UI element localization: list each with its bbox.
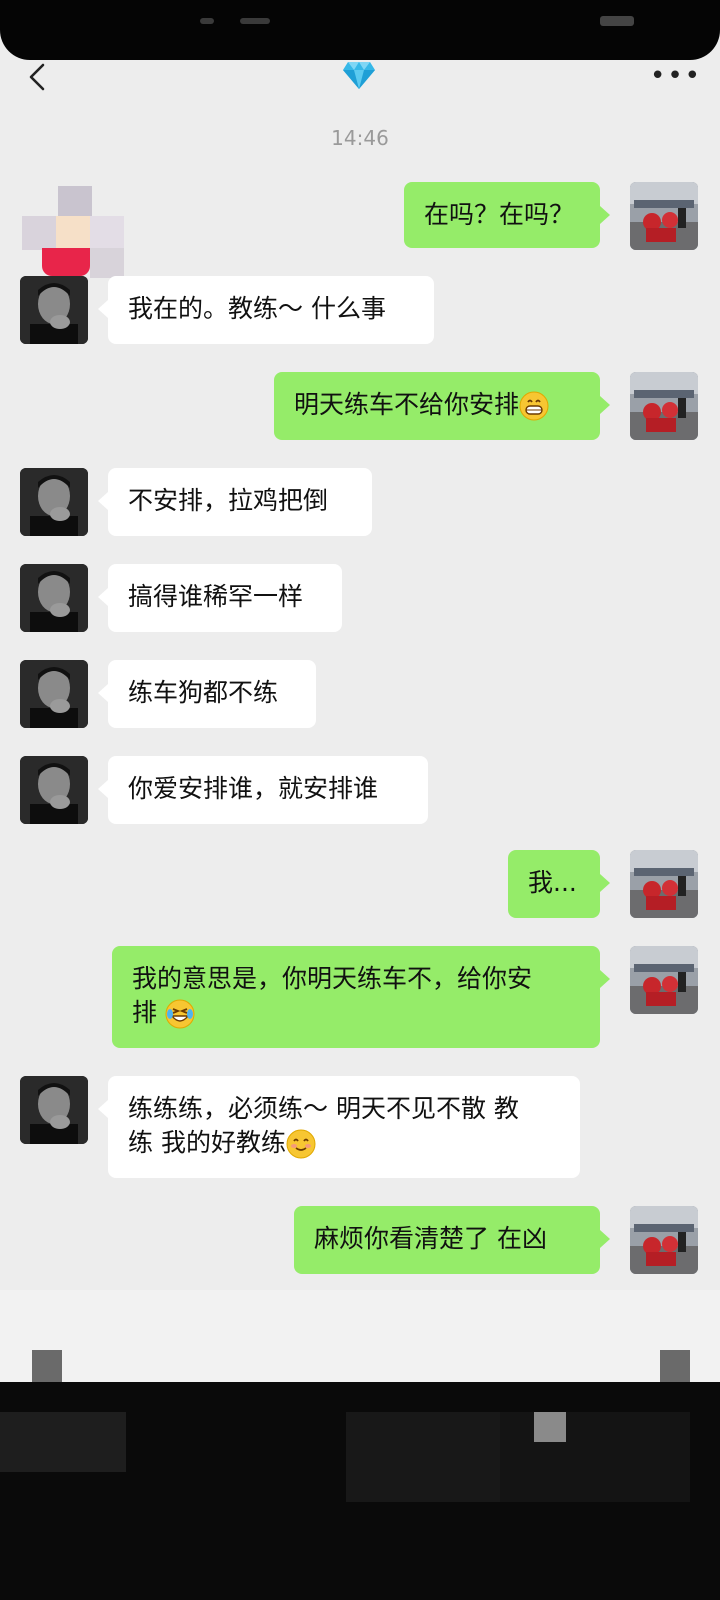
message-text-line: 我的意思是，你明天练车不，给你安 [132,964,533,993]
my-avatar[interactable] [630,1206,698,1274]
blurred-footer [0,1382,720,1600]
contact-avatar[interactable] [20,468,88,536]
status-indicator [200,18,214,24]
status-indicator [240,18,270,24]
message-bubble-self[interactable]: 麻烦你看清楚了 在凶 [294,1206,610,1274]
message-bubble-other[interactable]: 搞得谁稀罕一样 [98,564,342,632]
grinning-face-icon [519,391,549,421]
laughing-crying-face-icon [165,999,195,1029]
message-bubble-other[interactable]: 练车狗都不练 [98,660,316,728]
message-timestamp: 14:46 [331,126,389,150]
chevron-left-icon[interactable] [26,62,52,92]
chat-header: ••• [0,56,720,96]
message-bubble-other[interactable]: 不安排，拉鸡把倒 [98,468,372,536]
my-avatar[interactable] [630,946,698,1014]
message-text-line: 排 [132,998,158,1027]
blurred-avatar [22,186,128,282]
message-bubble-other[interactable]: 我在的。教练～ 什么事 [98,276,434,344]
message-text: 搞得谁稀罕一样 [128,582,304,611]
status-bar [0,0,720,60]
contact-avatar[interactable] [20,564,88,632]
message-bubble-self[interactable]: 明天练车不给你安排 [274,372,610,440]
message-text: 麻烦你看清楚了 在凶 [314,1224,547,1253]
more-options-icon[interactable]: ••• [650,63,700,89]
message-text: 明天练车不给你安排 [294,390,520,419]
message-bubble-other[interactable]: 你爱安排谁，就安排谁 [98,756,428,824]
smiling-face-icon [286,1129,316,1159]
my-avatar[interactable] [630,372,698,440]
contact-avatar[interactable] [20,276,88,344]
message-text: 我在的。教练～ 什么事 [128,294,386,323]
contact-avatar[interactable] [20,660,88,728]
message-text: 不安排，拉鸡把倒 [128,486,329,515]
message-bubble-self[interactable]: 我... [508,850,610,918]
input-area-blurred [0,1290,720,1382]
contact-avatar[interactable] [20,756,88,824]
contact-avatar[interactable] [20,1076,88,1144]
message-text: 在吗？在吗？ [424,200,575,229]
message-text-line: 练 我的好教练 [128,1128,286,1157]
message-bubble-other[interactable]: 练练练，必须练～ 明天不见不散 教 练 我的好教练 [98,1076,580,1178]
message-bubble-self[interactable]: 我的意思是，你明天练车不，给你安 排 [112,946,610,1048]
message-bubble-self[interactable]: 在吗？在吗？ [404,182,610,248]
diamond-icon [343,62,375,89]
my-avatar[interactable] [630,182,698,250]
message-text: 练车狗都不练 [128,678,279,707]
my-avatar[interactable] [630,850,698,918]
message-text-line: 练练练，必须练～ 明天不见不散 教 [128,1094,519,1123]
message-text: 我... [528,868,577,897]
message-text: 你爱安排谁，就安排谁 [128,774,379,803]
battery-icon [600,16,634,26]
